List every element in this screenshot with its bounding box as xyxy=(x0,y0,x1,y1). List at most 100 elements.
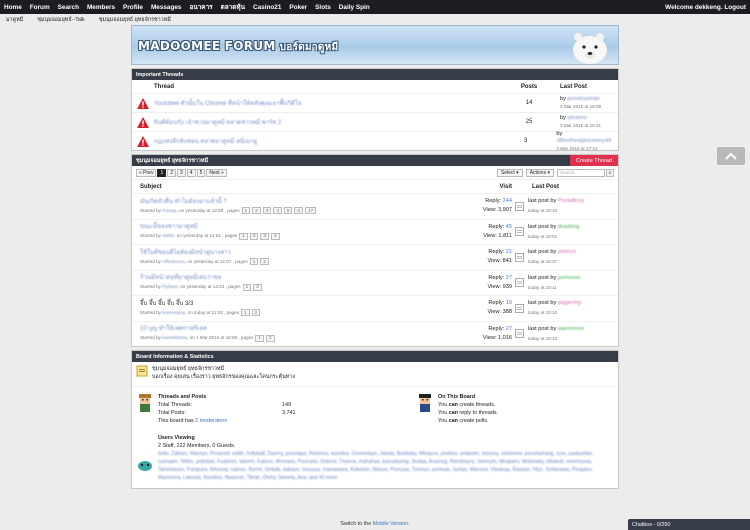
thread-title[interactable]: จึ้บ จึ้บ จึ้บ จึ้บ จึ้บ 3/3 xyxy=(140,301,193,307)
create-thread-button[interactable]: Create Thread xyxy=(570,155,618,166)
thread-starter[interactable]: Poiuap xyxy=(162,207,176,215)
nav-messages[interactable]: Messages xyxy=(151,4,182,11)
nav-search[interactable]: Search xyxy=(58,4,79,11)
important-row[interactable]: Youtubee ตัวนั้นใน Chrome ที่หน้าให้หลัง… xyxy=(132,93,618,112)
thread-title[interactable]: ขณะนี้ของชาวมาดูหมี xyxy=(140,224,198,230)
thread-page-link[interactable]: 5 xyxy=(283,207,293,215)
nav-bank[interactable]: อนาคาร xyxy=(190,2,213,12)
thread-row[interactable]: มันเกิดหัวตื่น ทำไมต้องมาแล้วนี้ ? Start… xyxy=(132,193,618,219)
thread-title[interactable]: 10 บุญ ทำให้เทศกาลกิเลส xyxy=(140,326,207,332)
important-row[interactable]: กฎแห่งลึกลับซ่อน ตลาดมาดูหมี หนีเมาอู 3 … xyxy=(132,131,618,151)
nav-slots[interactable]: Slots xyxy=(315,4,331,11)
important-thread-title[interactable]: Youtubee ตัวนั้นใน Chrome ที่หน้าให้หลัง… xyxy=(154,98,506,108)
thread-page-link[interactable]: 1 xyxy=(241,309,250,317)
forum-search-input[interactable]: Search... xyxy=(557,168,605,177)
thread-starter[interactable]: kuamtrqing xyxy=(162,309,185,317)
thread-starter[interactable]: Affanbrooo xyxy=(162,258,184,266)
thread-page-link[interactable]: 2 xyxy=(265,334,275,342)
last-post-user[interactable]: drashing xyxy=(558,224,579,230)
thread-starter[interactable]: Pjofaps xyxy=(162,283,177,291)
thread-page-link[interactable]: 3 xyxy=(260,232,270,240)
thread-page-link[interactable]: 17 xyxy=(305,207,317,215)
nav-members[interactable]: Members xyxy=(87,4,115,11)
moderators-link[interactable]: 2 moderators xyxy=(195,418,227,424)
thread-page-link[interactable]: 1 xyxy=(241,207,251,215)
thread-title[interactable]: ก็วนมีหน้าต่อที่มาดูหมี่เล่นว่าขอ xyxy=(140,275,221,281)
prev-page-button[interactable]: « Prev xyxy=(136,168,157,177)
thread-page-link[interactable]: 1 xyxy=(255,334,264,342)
reply-label: Reply: xyxy=(488,223,505,230)
started-by-label: Started by xyxy=(140,309,161,315)
thread-page-link[interactable]: 6 xyxy=(294,207,304,215)
nav-home[interactable]: Home xyxy=(4,4,22,11)
important-thread-title[interactable]: กฎแห่งลึกลับซ่อน ตลาดมาดูหมี หนีเมาอู xyxy=(154,136,503,146)
nav-profile[interactable]: Profile xyxy=(123,4,143,11)
last-post-user[interactable]: pmmys xyxy=(558,249,576,255)
started-by-label: Started by xyxy=(140,335,161,341)
breadcrumb-item[interactable]: ชุมนุมจอมยุทธ์ ยุทธจักรชาวหมี xyxy=(99,16,171,24)
page-5[interactable]: 5 xyxy=(196,168,206,177)
thread-page-link[interactable]: 2 xyxy=(260,258,269,266)
last-post-user[interactable]: Pooadkryy xyxy=(558,198,584,204)
last-post-user[interactable]: pleaons xyxy=(567,115,587,121)
thread-row[interactable]: ใช้ในที่ชอบดีไม่ต้องมีหน้าดูนางสาว Start… xyxy=(132,244,618,270)
thread-page-link[interactable]: 4 xyxy=(273,207,282,215)
forum-banner[interactable]: MADOOMEE FORUM บอร์ดมาดูหมี xyxy=(131,25,619,65)
nav-forum[interactable]: Forum xyxy=(30,4,50,11)
thread-page-link[interactable]: 2 xyxy=(249,232,259,240)
thread-starter[interactable]: wtifnb xyxy=(162,232,174,240)
page-3[interactable]: 3 xyxy=(177,168,186,177)
mobile-version-link[interactable]: Mobile Version xyxy=(373,521,408,527)
important-thread-posts: 25 xyxy=(525,119,533,125)
important-thread-title[interactable]: ยินดีต้อนรับ เจ้าชายมาดูหมี ตลาดชาวหมี พ… xyxy=(154,117,506,127)
forum-logo: MADOOMEE FORUM บอร์ดมาดูหมี xyxy=(138,39,338,55)
last-post-user[interactable]: pomesso xyxy=(558,275,581,281)
thread-title[interactable]: มันเกิดหัวตื่น ทำไมต้องมาแล้วนี้ ? xyxy=(140,199,227,205)
users-viewing-list[interactable]: bollo, Zabaro, Haneyo, Ponanoll, oxlith,… xyxy=(158,450,598,482)
page-4[interactable]: 4 xyxy=(186,168,196,177)
logo-text: MADOOMEE FORUM xyxy=(138,39,276,53)
nav-daily-spin[interactable]: Daily Spin xyxy=(339,4,370,11)
col-subject: Subject xyxy=(140,183,162,190)
thread-page-link[interactable]: 1 xyxy=(242,283,252,291)
page-2[interactable]: 2 xyxy=(167,168,177,177)
thread-page-link[interactable]: 1 xyxy=(239,232,248,240)
last-post-user[interactable]: pooniryaman xyxy=(567,96,599,102)
nav-stock-market[interactable]: ตลาดหุ้น xyxy=(221,2,245,12)
nav-poker[interactable]: Poker xyxy=(289,4,307,11)
next-page-button[interactable]: Next » xyxy=(206,168,227,177)
thread-page-link[interactable]: 2 xyxy=(251,309,261,317)
thread-title[interactable]: ใช้ในที่ชอบดีไม่ต้องมีหน้าดูนางสาว xyxy=(140,250,231,256)
breadcrumb-item[interactable]: ชุมนุมจอมยุทธ์--Talk xyxy=(37,16,85,24)
breadcrumb-item[interactable]: มาดูหมี xyxy=(6,16,23,24)
actions-dropdown[interactable]: Actions ▾ xyxy=(525,168,554,177)
thread-page-link[interactable]: 2 xyxy=(252,207,261,215)
thread-page-link[interactable]: 1 xyxy=(249,258,259,266)
nav-casino21[interactable]: Casino21 xyxy=(253,4,281,11)
welcome-logout[interactable]: Welcome dekkeng. Logout xyxy=(665,4,746,11)
breadcrumb: มาดูหมี ชุมนุมจอมยุทธ์--Talk ชุมนุมจอมยุ… xyxy=(0,14,750,25)
chatbox-bar[interactable]: Chatbox - 0/250 xyxy=(628,519,750,530)
last-post-user[interactable]: piggering xyxy=(558,300,581,306)
last-post-by-label: last post by xyxy=(528,274,557,281)
view-count: 3,907 xyxy=(498,207,512,214)
last-post-user[interactable]: Jilberthedgiotommy44 xyxy=(556,138,611,144)
thread-row[interactable]: จึ้บ จึ้บ จึ้บ จึ้บ จึ้บ 3/3 Started by … xyxy=(132,295,618,321)
important-row[interactable]: ยินดีต้อนรับ เจ้าชายมาดูหมี ตลาดชาวหมี พ… xyxy=(132,112,618,131)
thread-row[interactable]: ก็วนมีหน้าต่อที่มาดูหมี่เล่นว่าขอ Starte… xyxy=(132,269,618,296)
scroll-to-top-button[interactable] xyxy=(717,147,745,165)
thread-row[interactable]: 10 บุญ ทำให้เทศกาลกิเลส Started by kamah… xyxy=(132,320,618,347)
search-icon[interactable]: ⌕ xyxy=(606,168,614,177)
thread-row[interactable]: ขณะนี้ของชาวมาดูหมี Started by wtifnb , … xyxy=(132,218,618,245)
important-threads-panel: Important Threads Thread Posts Last Post… xyxy=(131,68,619,151)
select-dropdown[interactable]: Select ▾ xyxy=(496,168,523,177)
thread-starter[interactable]: kamahbizha xyxy=(162,334,187,342)
thread-page-link[interactable]: 2 xyxy=(253,283,262,291)
thread-page-link[interactable]: 3 xyxy=(262,207,272,215)
polar-bear-icon xyxy=(573,33,607,64)
page-1[interactable]: 1 xyxy=(157,168,167,177)
on-board-heading: On This Board xyxy=(438,394,476,400)
footer-suffix: . xyxy=(408,521,410,527)
thread-page-link[interactable]: 4 xyxy=(271,232,280,240)
last-post-user[interactable]: warrimoon xyxy=(558,326,584,332)
